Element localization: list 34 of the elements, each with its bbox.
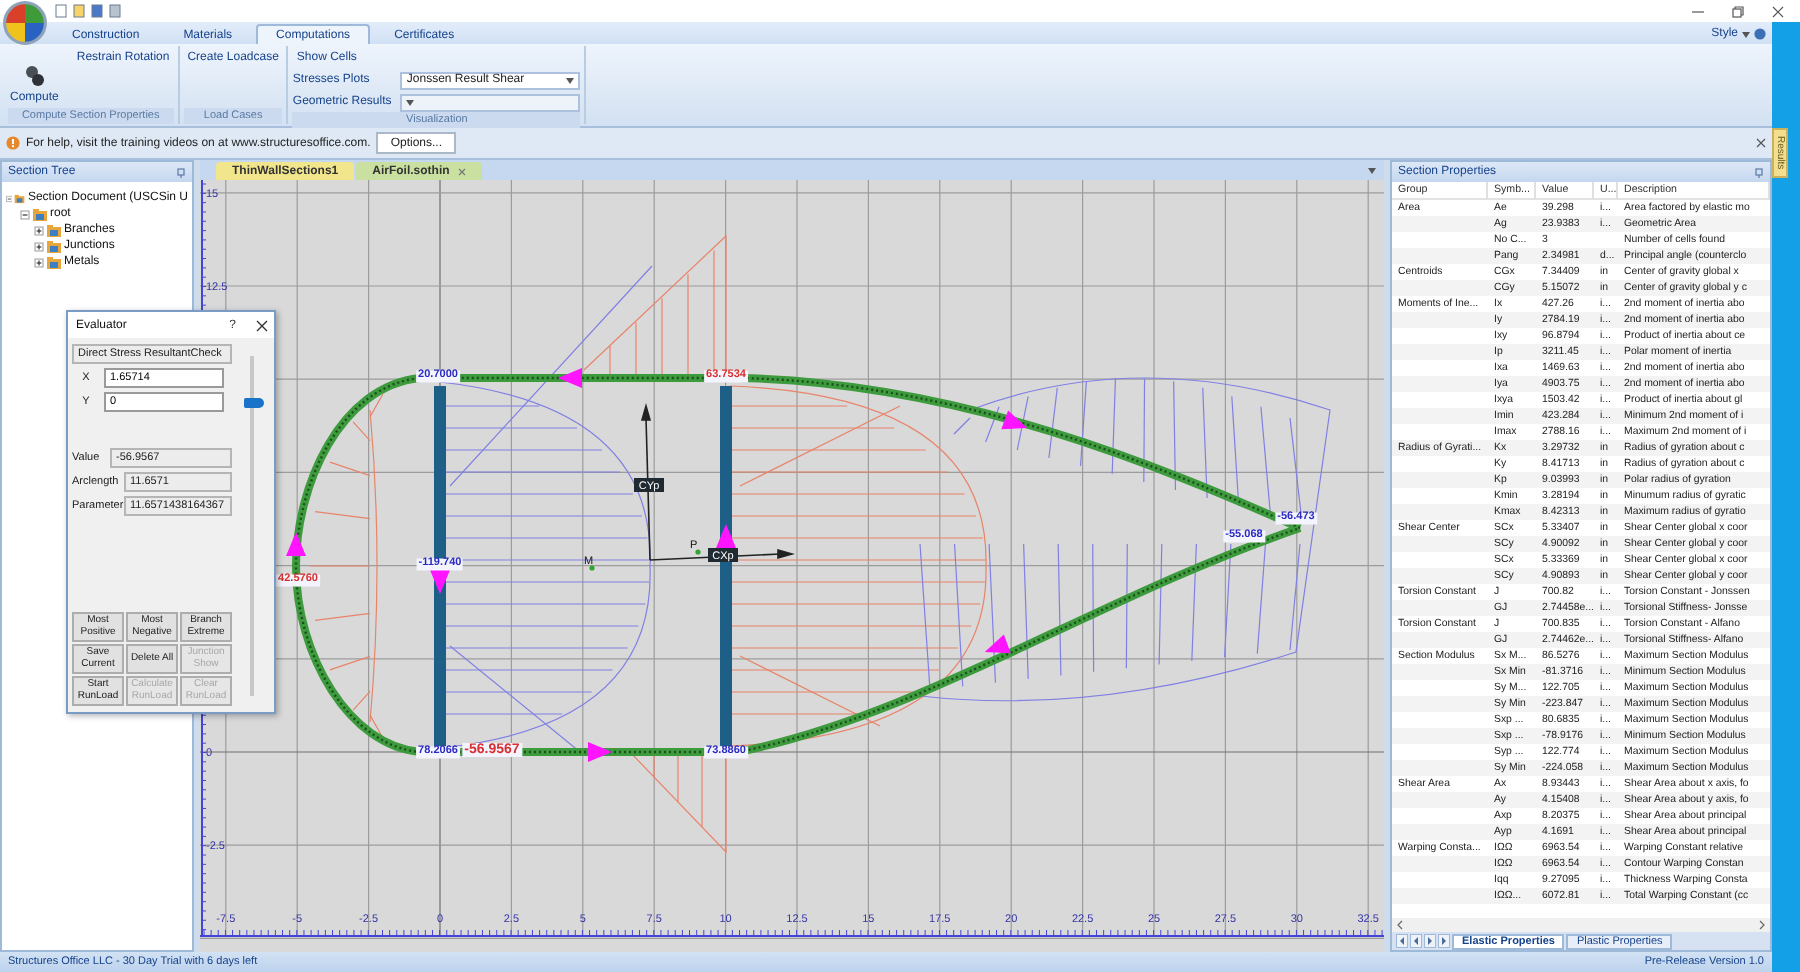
pin-icon[interactable] xyxy=(176,167,186,177)
flow-arrow xyxy=(1001,410,1028,430)
caret-icon xyxy=(1742,31,1750,37)
flow-arrow xyxy=(430,570,450,594)
previous-icon[interactable] xyxy=(1410,934,1422,948)
expand-icon[interactable] xyxy=(34,241,44,251)
slider-thumb[interactable] xyxy=(243,397,263,408)
point-marker xyxy=(589,565,595,571)
scroll-left-icon[interactable] xyxy=(1396,920,1404,930)
pin-icon[interactable] xyxy=(1754,167,1764,177)
expand-icon[interactable] xyxy=(34,225,44,235)
info-icon xyxy=(6,136,20,150)
collapse-icon[interactable] xyxy=(20,209,30,219)
flow-arrow xyxy=(716,524,736,548)
flow-arrow xyxy=(984,634,1011,654)
point-marker xyxy=(695,549,701,555)
restore-icon[interactable] xyxy=(1732,5,1744,17)
close-icon[interactable] xyxy=(256,319,268,331)
flow-arrow xyxy=(558,368,582,388)
horizontal-scrollbar[interactable] xyxy=(1392,918,1770,932)
close-icon[interactable] xyxy=(1756,138,1766,148)
close-icon[interactable] xyxy=(1772,5,1784,17)
caret-icon xyxy=(406,99,415,105)
flow-arrow xyxy=(286,532,306,556)
scroll-right-icon[interactable] xyxy=(1758,920,1766,930)
first-icon[interactable] xyxy=(1396,934,1408,948)
minimize-icon[interactable] xyxy=(1692,5,1704,17)
caret-icon xyxy=(1368,167,1376,173)
app-logo-icon[interactable] xyxy=(2,0,48,46)
next-icon[interactable] xyxy=(1424,934,1436,948)
caret-icon xyxy=(566,77,575,83)
flow-arrow xyxy=(588,742,612,762)
expand-icon[interactable] xyxy=(34,257,44,267)
last-icon[interactable] xyxy=(1438,934,1450,948)
